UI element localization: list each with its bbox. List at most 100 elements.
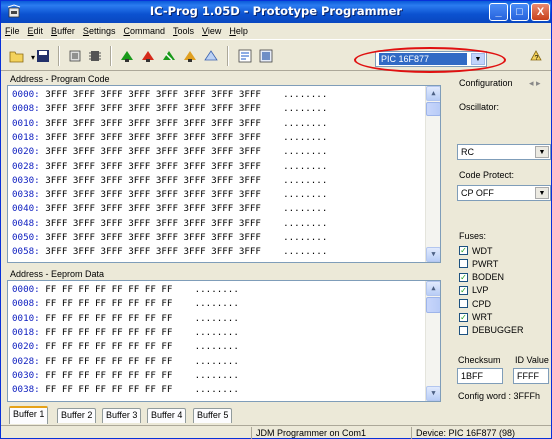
tab-buffer-2[interactable]: Buffer 2 [57, 408, 97, 423]
hex-row[interactable]: 0038: 3FFF 3FFF 3FFF 3FFF 3FFF 3FFF 3FFF… [12, 189, 327, 200]
verify-device-icon[interactable] [182, 48, 198, 64]
program-code-view[interactable]: 0058: 3FFF 3FFF 3FFF 3FFF 3FFF 3FFF 3FFF… [7, 85, 441, 263]
menu-buffer[interactable]: Buffer [51, 26, 75, 36]
hex-values[interactable]: 3FFF 3FFF 3FFF 3FFF 3FFF 3FFF 3FFF 3FFF [45, 132, 261, 143]
hex-row[interactable]: 0010: FF FF FF FF FF FF FF FF ........ [12, 313, 239, 324]
menu-tools[interactable]: Tools [173, 26, 194, 36]
fuse-wdt[interactable]: ✓ WDT [459, 245, 493, 256]
title-bar[interactable]: IC-Prog 1.05D - Prototype Programmer _ □… [1, 1, 551, 23]
checkbox-checked-icon[interactable]: ✓ [459, 246, 468, 255]
minimize-button[interactable]: _ [489, 3, 508, 21]
eeprom-view[interactable]: 0038: FF FF FF FF FF FF FF FF ........ 00… [7, 280, 441, 402]
hex-values[interactable]: 3FFF 3FFF 3FFF 3FFF 3FFF 3FFF 3FFF 3FFF [45, 89, 261, 100]
hex-row[interactable]: 0050: 3FFF 3FFF 3FFF 3FFF 3FFF 3FFF 3FFF… [12, 232, 327, 243]
hex-values[interactable]: 3FFF 3FFF 3FFF 3FFF 3FFF 3FFF 3FFF 3FFF [45, 218, 261, 229]
hex-values[interactable]: 3FFF 3FFF 3FFF 3FFF 3FFF 3FFF 3FFF 3FFF [45, 175, 261, 186]
tab-buffer-4[interactable]: Buffer 4 [147, 408, 187, 423]
hex-row[interactable]: 0040: 3FFF 3FFF 3FFF 3FFF 3FFF 3FFF 3FFF… [12, 203, 327, 214]
hex-values[interactable]: 3FFF 3FFF 3FFF 3FFF 3FFF 3FFF 3FFF 3FFF [45, 146, 261, 157]
oscillator-select[interactable]: RC ▼ [457, 144, 551, 160]
tab-buffer-3[interactable]: Buffer 3 [102, 408, 142, 423]
scroll-up-icon[interactable]: ▲ [426, 86, 440, 101]
hex-values[interactable]: 3FFF 3FFF 3FFF 3FFF 3FFF 3FFF 3FFF 3FFF [45, 246, 261, 257]
hex-row[interactable]: 0030: FF FF FF FF FF FF FF FF ........ [12, 370, 239, 381]
fuse-debugger[interactable]: DEBUGGER [459, 325, 524, 336]
maximize-button[interactable]: □ [510, 3, 529, 21]
scroll-up-icon[interactable]: ▲ [426, 281, 440, 296]
menu-settings[interactable]: Settings [83, 26, 116, 36]
fuse-boden[interactable]: ✓ BODEN [459, 272, 504, 283]
read-device-icon[interactable] [119, 48, 135, 64]
chip-icon[interactable] [87, 48, 103, 64]
hex-values[interactable]: FF FF FF FF FF FF FF FF [45, 284, 172, 295]
hex-values[interactable]: FF FF FF FF FF FF FF FF [45, 327, 172, 338]
hex-row[interactable]: 0000: 3FFF 3FFF 3FFF 3FFF 3FFF 3FFF 3FFF… [12, 89, 327, 100]
hex-row[interactable]: 0008: FF FF FF FF FF FF FF FF ........ [12, 298, 239, 309]
chevron-down-icon[interactable]: ▼ [471, 53, 485, 65]
hex-row[interactable]: 0008: 3FFF 3FFF 3FFF 3FFF 3FFF 3FFF 3FFF… [12, 103, 327, 114]
hex-row[interactable]: 0018: FF FF FF FF FF FF FF FF ........ [12, 327, 239, 338]
hex-values[interactable]: FF FF FF FF FF FF FF FF [45, 341, 172, 352]
tab-buffer-5[interactable]: Buffer 5 [193, 408, 233, 423]
chevron-down-icon[interactable]: ▼ [535, 187, 549, 199]
hex-values[interactable]: 3FFF 3FFF 3FFF 3FFF 3FFF 3FFF 3FFF 3FFF [45, 203, 261, 214]
checkbox-checked-icon[interactable]: ✓ [459, 312, 468, 322]
program-device-icon[interactable] [140, 48, 156, 64]
menu-file[interactable]: File [5, 26, 20, 36]
menu-command[interactable]: Command [123, 26, 165, 36]
checkbox-checked-icon[interactable]: ✓ [459, 272, 468, 282]
hex-row[interactable]: 0028: FF FF FF FF FF FF FF FF ........ [12, 356, 239, 367]
hex-row[interactable]: 0030: 3FFF 3FFF 3FFF 3FFF 3FFF 3FFF 3FFF… [12, 175, 327, 186]
hex-row[interactable]: 0020: FF FF FF FF FF FF FF FF ........ [12, 341, 239, 352]
menu-help[interactable]: Help [229, 26, 248, 36]
blank-check-icon[interactable] [203, 48, 219, 64]
checkbox-unchecked-icon[interactable] [459, 325, 468, 335]
menu-view[interactable]: View [202, 26, 221, 36]
hex-row[interactable]: 0048: 3FFF 3FFF 3FFF 3FFF 3FFF 3FFF 3FFF… [12, 218, 327, 229]
tab-buffer-1[interactable]: Buffer 1 [9, 406, 49, 424]
scroll-thumb[interactable] [426, 102, 440, 116]
eeprom-scrollbar[interactable]: ▲ ▼ [425, 281, 440, 401]
hex-row[interactable]: 0000: FF FF FF FF FF FF FF FF ........ [12, 284, 239, 295]
fuse-pwrt[interactable]: PWRT [459, 258, 498, 269]
hex-values[interactable]: FF FF FF FF FF FF FF FF [45, 313, 172, 324]
checkbox-checked-icon[interactable]: ✓ [459, 285, 468, 295]
hex-row[interactable]: 0018: 3FFF 3FFF 3FFF 3FFF 3FFF 3FFF 3FFF… [12, 132, 327, 143]
menu-edit[interactable]: Edit [28, 26, 44, 36]
device-select[interactable]: PIC 16F877 ▼ [375, 51, 487, 67]
hex-view-icon[interactable] [258, 48, 274, 64]
hex-values[interactable]: FF FF FF FF FF FF FF FF [45, 384, 172, 395]
scroll-thumb[interactable] [426, 297, 440, 313]
hex-row[interactable]: 0028: 3FFF 3FFF 3FFF 3FFF 3FFF 3FFF 3FFF… [12, 161, 327, 172]
checkbox-unchecked-icon[interactable] [459, 259, 468, 269]
help-icon[interactable]: ? [528, 48, 544, 64]
erase-device-icon[interactable] [161, 48, 177, 64]
open-icon[interactable] [9, 48, 25, 64]
hex-row[interactable]: 0010: 3FFF 3FFF 3FFF 3FFF 3FFF 3FFF 3FFF… [12, 118, 327, 129]
hex-values[interactable]: 3FFF 3FFF 3FFF 3FFF 3FFF 3FFF 3FFF 3FFF [45, 118, 261, 129]
id-value-field[interactable]: FFFF [513, 368, 549, 384]
hex-row[interactable]: 0038: FF FF FF FF FF FF FF FF ........ [12, 384, 239, 395]
hex-row[interactable]: 0058: 3FFF 3FFF 3FFF 3FFF 3FFF 3FFF 3FFF… [12, 246, 327, 257]
chevron-down-icon[interactable]: ▼ [535, 146, 549, 158]
fuse-wrt[interactable]: ✓ WRT [459, 312, 492, 323]
fuse-cpd[interactable]: CPD [459, 298, 491, 309]
program-code-scrollbar[interactable]: ▲ ▼ [425, 86, 440, 262]
hex-values[interactable]: 3FFF 3FFF 3FFF 3FFF 3FFF 3FFF 3FFF 3FFF [45, 232, 261, 243]
hex-values[interactable]: FF FF FF FF FF FF FF FF [45, 298, 172, 309]
assembler-view-icon[interactable] [237, 48, 253, 64]
hex-row[interactable]: 0020: 3FFF 3FFF 3FFF 3FFF 3FFF 3FFF 3FFF… [12, 146, 327, 157]
checkbox-unchecked-icon[interactable] [459, 299, 468, 309]
close-button[interactable]: X [531, 3, 550, 21]
hex-values[interactable]: 3FFF 3FFF 3FFF 3FFF 3FFF 3FFF 3FFF 3FFF [45, 161, 261, 172]
code-protect-select[interactable]: CP OFF ▼ [457, 185, 551, 201]
fuse-lvp[interactable]: ✓ LVP [459, 285, 488, 296]
scroll-down-icon[interactable]: ▼ [426, 247, 440, 262]
config-icon[interactable] [67, 48, 83, 64]
scroll-down-icon[interactable]: ▼ [426, 386, 440, 401]
hex-values[interactable]: FF FF FF FF FF FF FF FF [45, 356, 172, 367]
hex-values[interactable]: FF FF FF FF FF FF FF FF [45, 370, 172, 381]
hex-values[interactable]: 3FFF 3FFF 3FFF 3FFF 3FFF 3FFF 3FFF 3FFF [45, 103, 261, 114]
config-nav-arrows[interactable]: ◂ ▸ [529, 78, 541, 89]
save-icon[interactable] [35, 48, 51, 64]
